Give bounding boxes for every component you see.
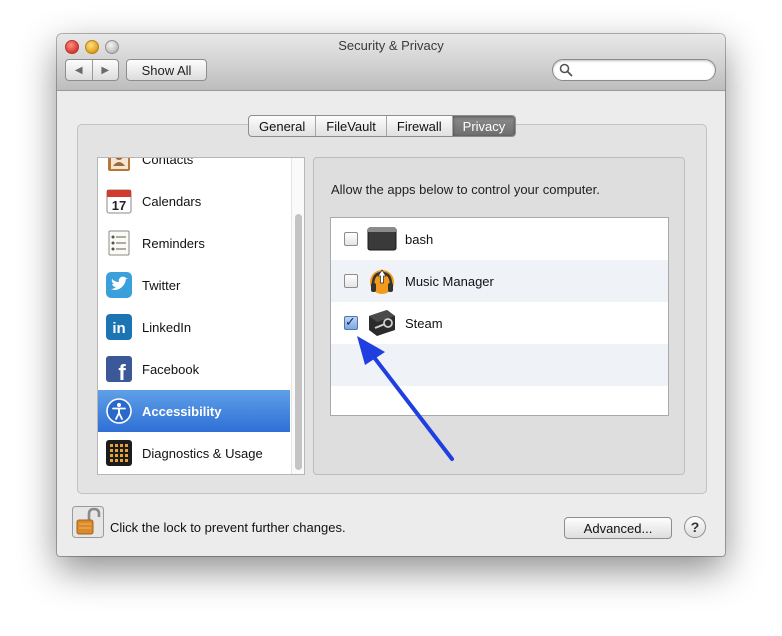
sidebar-scrollbar[interactable] xyxy=(291,158,304,474)
back-button[interactable]: ◀ xyxy=(66,60,92,80)
bash-checkbox[interactable] xyxy=(344,232,358,246)
reminders-icon xyxy=(108,230,130,256)
sidebar-item-facebook[interactable]: f Facebook xyxy=(98,348,290,390)
privacy-sidebar: Contacts 17 Calendars Reminders Twitter … xyxy=(97,157,305,475)
sidebar-item-accessibility[interactable]: Accessibility xyxy=(98,390,290,432)
tab-privacy[interactable]: Privacy xyxy=(451,116,516,136)
linkedin-glyph: in xyxy=(112,320,125,337)
twitter-icon xyxy=(106,272,132,298)
app-row-music-manager[interactable]: Music Manager xyxy=(331,260,668,302)
lock-open-icon[interactable] xyxy=(72,506,104,538)
advanced-button[interactable]: Advanced... xyxy=(564,517,672,539)
search-field[interactable] xyxy=(552,59,716,81)
calendar-day-number: 17 xyxy=(112,198,126,213)
sidebar-item-contacts[interactable]: Contacts xyxy=(98,157,290,180)
sidebar-list: Contacts 17 Calendars Reminders Twitter … xyxy=(98,157,290,474)
sidebar-item-calendars[interactable]: 17 Calendars xyxy=(98,180,290,222)
app-name: Music Manager xyxy=(405,273,494,289)
tab-bar: General FileVault Firewall Privacy xyxy=(248,115,517,137)
sidebar-item-label: Facebook xyxy=(142,361,200,377)
sidebar-scroll-thumb[interactable] xyxy=(295,214,302,470)
app-name: Steam xyxy=(405,315,443,331)
sidebar-item-label: LinkedIn xyxy=(142,319,192,335)
sidebar-item-twitter[interactable]: Twitter xyxy=(98,264,290,306)
empty-row xyxy=(331,344,668,386)
app-name: bash xyxy=(405,231,434,247)
sidebar-item-label: Accessibility xyxy=(142,403,222,419)
facebook-icon: f xyxy=(106,356,132,383)
empty-row xyxy=(331,386,668,415)
sidebar-item-linkedin[interactable]: in LinkedIn xyxy=(98,306,290,348)
help-button[interactable]: ? xyxy=(684,516,706,538)
titlebar: Security & Privacy ◀ ▶ Show All xyxy=(57,34,725,91)
apps-table: bash Music Manager ✓ Steam xyxy=(330,217,669,416)
checkmark-icon: ✓ xyxy=(345,314,356,329)
tab-filevault[interactable]: FileVault xyxy=(315,116,386,136)
diagnostics-icon xyxy=(106,440,132,466)
app-row-steam[interactable]: ✓ Steam xyxy=(331,302,668,344)
sidebar-item-reminders[interactable]: Reminders xyxy=(98,222,290,264)
linkedin-icon: in xyxy=(106,314,132,340)
sidebar-item-label: Diagnostics & Usage xyxy=(142,445,263,461)
lock-status-text: Click the lock to prevent further change… xyxy=(110,520,346,535)
back-forward-group: ◀ ▶ xyxy=(65,59,119,81)
instructions-text: Allow the apps below to control your com… xyxy=(331,182,600,197)
tab-general[interactable]: General xyxy=(249,116,315,136)
sidebar-item-label: Twitter xyxy=(142,277,181,293)
privacy-detail-panel: Allow the apps below to control your com… xyxy=(313,157,685,475)
music-manager-icon xyxy=(370,269,394,294)
terminal-icon xyxy=(367,227,397,251)
window-title: Security & Privacy xyxy=(338,38,444,53)
calendar-icon: 17 xyxy=(106,189,132,214)
sidebar-item-diagnostics[interactable]: Diagnostics & Usage xyxy=(98,432,290,474)
search-input[interactable] xyxy=(575,60,705,80)
search-icon xyxy=(559,63,573,77)
tab-firewall[interactable]: Firewall xyxy=(385,116,452,136)
sidebar-item-label: Reminders xyxy=(142,235,205,251)
contacts-icon xyxy=(108,158,130,171)
security-privacy-window: Security & Privacy ◀ ▶ Show All General … xyxy=(57,34,725,556)
show-all-button[interactable]: Show All xyxy=(126,59,207,81)
sidebar-item-label: Contacts xyxy=(142,157,194,167)
steam-checkbox[interactable]: ✓ xyxy=(344,314,358,330)
facebook-glyph: f xyxy=(118,360,126,383)
forward-button[interactable]: ▶ xyxy=(91,60,119,80)
sidebar-item-label: Calendars xyxy=(142,193,202,209)
music-manager-checkbox[interactable] xyxy=(344,274,358,288)
steam-icon xyxy=(369,310,395,336)
accessibility-icon xyxy=(106,398,132,424)
app-row-bash[interactable]: bash xyxy=(331,218,668,260)
